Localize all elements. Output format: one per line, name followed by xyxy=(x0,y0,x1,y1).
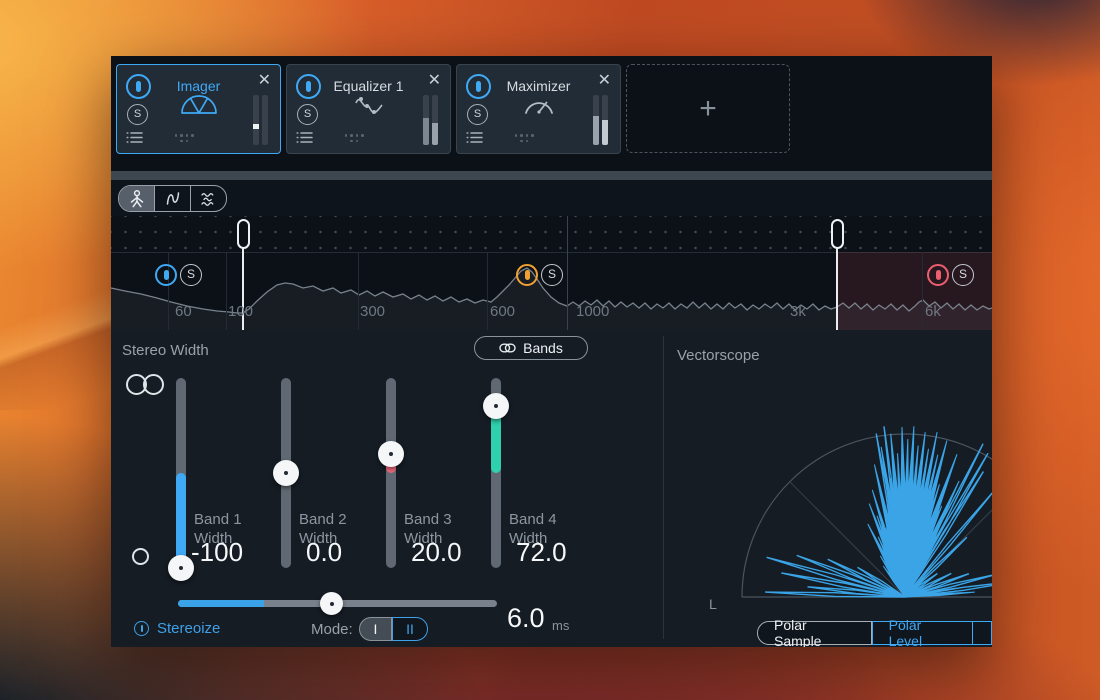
band-split-handle[interactable] xyxy=(237,219,250,249)
band-split-handle[interactable] xyxy=(831,219,844,249)
band-solo-button[interactable]: S xyxy=(952,264,974,286)
slider-track[interactable] xyxy=(176,378,186,568)
preset-list-icon[interactable] xyxy=(466,131,483,149)
frequency-label: 60 xyxy=(175,303,192,320)
bands-button-label: Bands xyxy=(523,340,563,356)
module-title: Maximizer xyxy=(487,78,590,94)
correlation-view-button[interactable] xyxy=(191,186,226,211)
band-power-icon[interactable] xyxy=(155,264,177,286)
band-power-icon[interactable] xyxy=(927,264,949,286)
module-meters xyxy=(253,95,268,145)
crossover-spectrum[interactable]: 60 100 300 600 1000 3k 6k S S S xyxy=(111,216,992,330)
stereoize-mode-toggle: I II xyxy=(359,617,428,641)
close-icon[interactable]: ✕ xyxy=(428,72,441,90)
frequency-label: 100 xyxy=(228,303,253,320)
screen: Imager ✕ S Equalizer 1 ✕ S xyxy=(0,0,1100,700)
frequency-label: 600 xyxy=(490,303,515,320)
drag-handle-icon[interactable] xyxy=(513,134,535,142)
module-chain-scrollbar[interactable] xyxy=(111,171,992,180)
mode-1-button[interactable]: I xyxy=(359,617,392,641)
stereo-wide-icon xyxy=(126,374,164,395)
close-icon[interactable]: ✕ xyxy=(258,72,271,90)
module-title: Imager xyxy=(147,78,250,94)
band-2-width-value[interactable]: 0.0 xyxy=(306,537,342,568)
polar-extra-button[interactable] xyxy=(973,621,992,645)
polar-view-button[interactable] xyxy=(155,186,191,211)
add-module-button[interactable]: + xyxy=(626,64,790,153)
slider-handle[interactable] xyxy=(483,393,509,419)
mode-2-button[interactable]: II xyxy=(392,617,428,641)
stereoize-label: Stereoize xyxy=(157,620,220,637)
slider-handle[interactable] xyxy=(320,592,343,615)
delay-value[interactable]: 6.0 xyxy=(507,603,545,634)
imager-main-panel: Stereo Width Bands xyxy=(111,330,992,647)
module-chain: Imager ✕ S Equalizer 1 ✕ S xyxy=(111,56,992,171)
slider-handle[interactable] xyxy=(273,460,299,486)
polar-mode-buttons: Polar Sample Polar Level xyxy=(757,621,992,645)
band-3-width-value[interactable]: 20.0 xyxy=(411,537,462,568)
band-split-line[interactable] xyxy=(836,246,838,330)
band-solo-button[interactable]: S xyxy=(180,264,202,286)
slider-handle[interactable] xyxy=(378,441,404,467)
module-meters xyxy=(423,95,438,145)
band-1-width-slider[interactable] xyxy=(169,378,193,568)
slider-fill xyxy=(178,600,264,607)
band-3-width-slider[interactable] xyxy=(379,378,403,568)
frequency-gridline xyxy=(487,252,488,330)
view-mode-group xyxy=(118,185,227,212)
slider-fill xyxy=(176,473,186,568)
preset-list-icon[interactable] xyxy=(296,131,313,149)
band-1-width-value[interactable]: -100 xyxy=(191,537,243,568)
frequency-label: 3k xyxy=(790,303,806,320)
frequency-gridline xyxy=(922,252,923,330)
band-solo-button[interactable]: S xyxy=(541,264,563,286)
band-4-width-value[interactable]: 72.0 xyxy=(516,537,567,568)
slider-track[interactable] xyxy=(386,378,396,568)
drag-handle-icon[interactable] xyxy=(173,134,195,142)
power-icon[interactable] xyxy=(134,621,149,636)
module-meters xyxy=(593,95,608,145)
plus-icon: + xyxy=(699,92,717,126)
polar-level-button[interactable]: Polar Level xyxy=(872,621,973,645)
stereo-width-view-button[interactable] xyxy=(119,186,155,211)
delay-unit: ms xyxy=(552,618,569,633)
imager-toolbar xyxy=(111,180,992,216)
band-power-icon[interactable] xyxy=(516,264,538,286)
drag-handle-icon[interactable] xyxy=(343,134,365,142)
left-channel-label: L xyxy=(709,596,717,612)
module-card-maximizer[interactable]: Maximizer ✕ S xyxy=(456,64,621,154)
mono-icon xyxy=(132,548,149,565)
ozone-plugin-window: Imager ✕ S Equalizer 1 ✕ S xyxy=(111,56,992,647)
frequency-gridline xyxy=(226,252,227,330)
frequency-label: 300 xyxy=(360,303,385,320)
stereo-width-title: Stereo Width xyxy=(122,342,209,359)
link-icon xyxy=(499,343,516,353)
mode-label: Mode: xyxy=(311,621,353,638)
vectorscope-title: Vectorscope xyxy=(677,347,760,364)
polar-sample-button[interactable]: Polar Sample xyxy=(757,621,872,645)
vectorscope-display xyxy=(664,396,992,606)
module-card-equalizer[interactable]: Equalizer 1 ✕ S xyxy=(286,64,451,154)
module-card-imager[interactable]: Imager ✕ S xyxy=(116,64,281,154)
stereoize-delay-slider[interactable] xyxy=(178,600,497,607)
module-title: Equalizer 1 xyxy=(317,78,420,94)
band-2-width-slider[interactable] xyxy=(274,378,298,568)
band-4-width-slider[interactable] xyxy=(484,378,508,568)
close-icon[interactable]: ✕ xyxy=(598,72,611,90)
preset-list-icon[interactable] xyxy=(126,131,143,149)
bands-link-button[interactable]: Bands xyxy=(474,336,588,360)
stereoize-toggle[interactable]: Stereoize xyxy=(134,620,220,637)
band-split-line[interactable] xyxy=(567,216,568,330)
frequency-label: 1000 xyxy=(576,303,609,320)
frequency-label: 6k xyxy=(925,303,941,320)
frequency-gridline xyxy=(358,252,359,330)
